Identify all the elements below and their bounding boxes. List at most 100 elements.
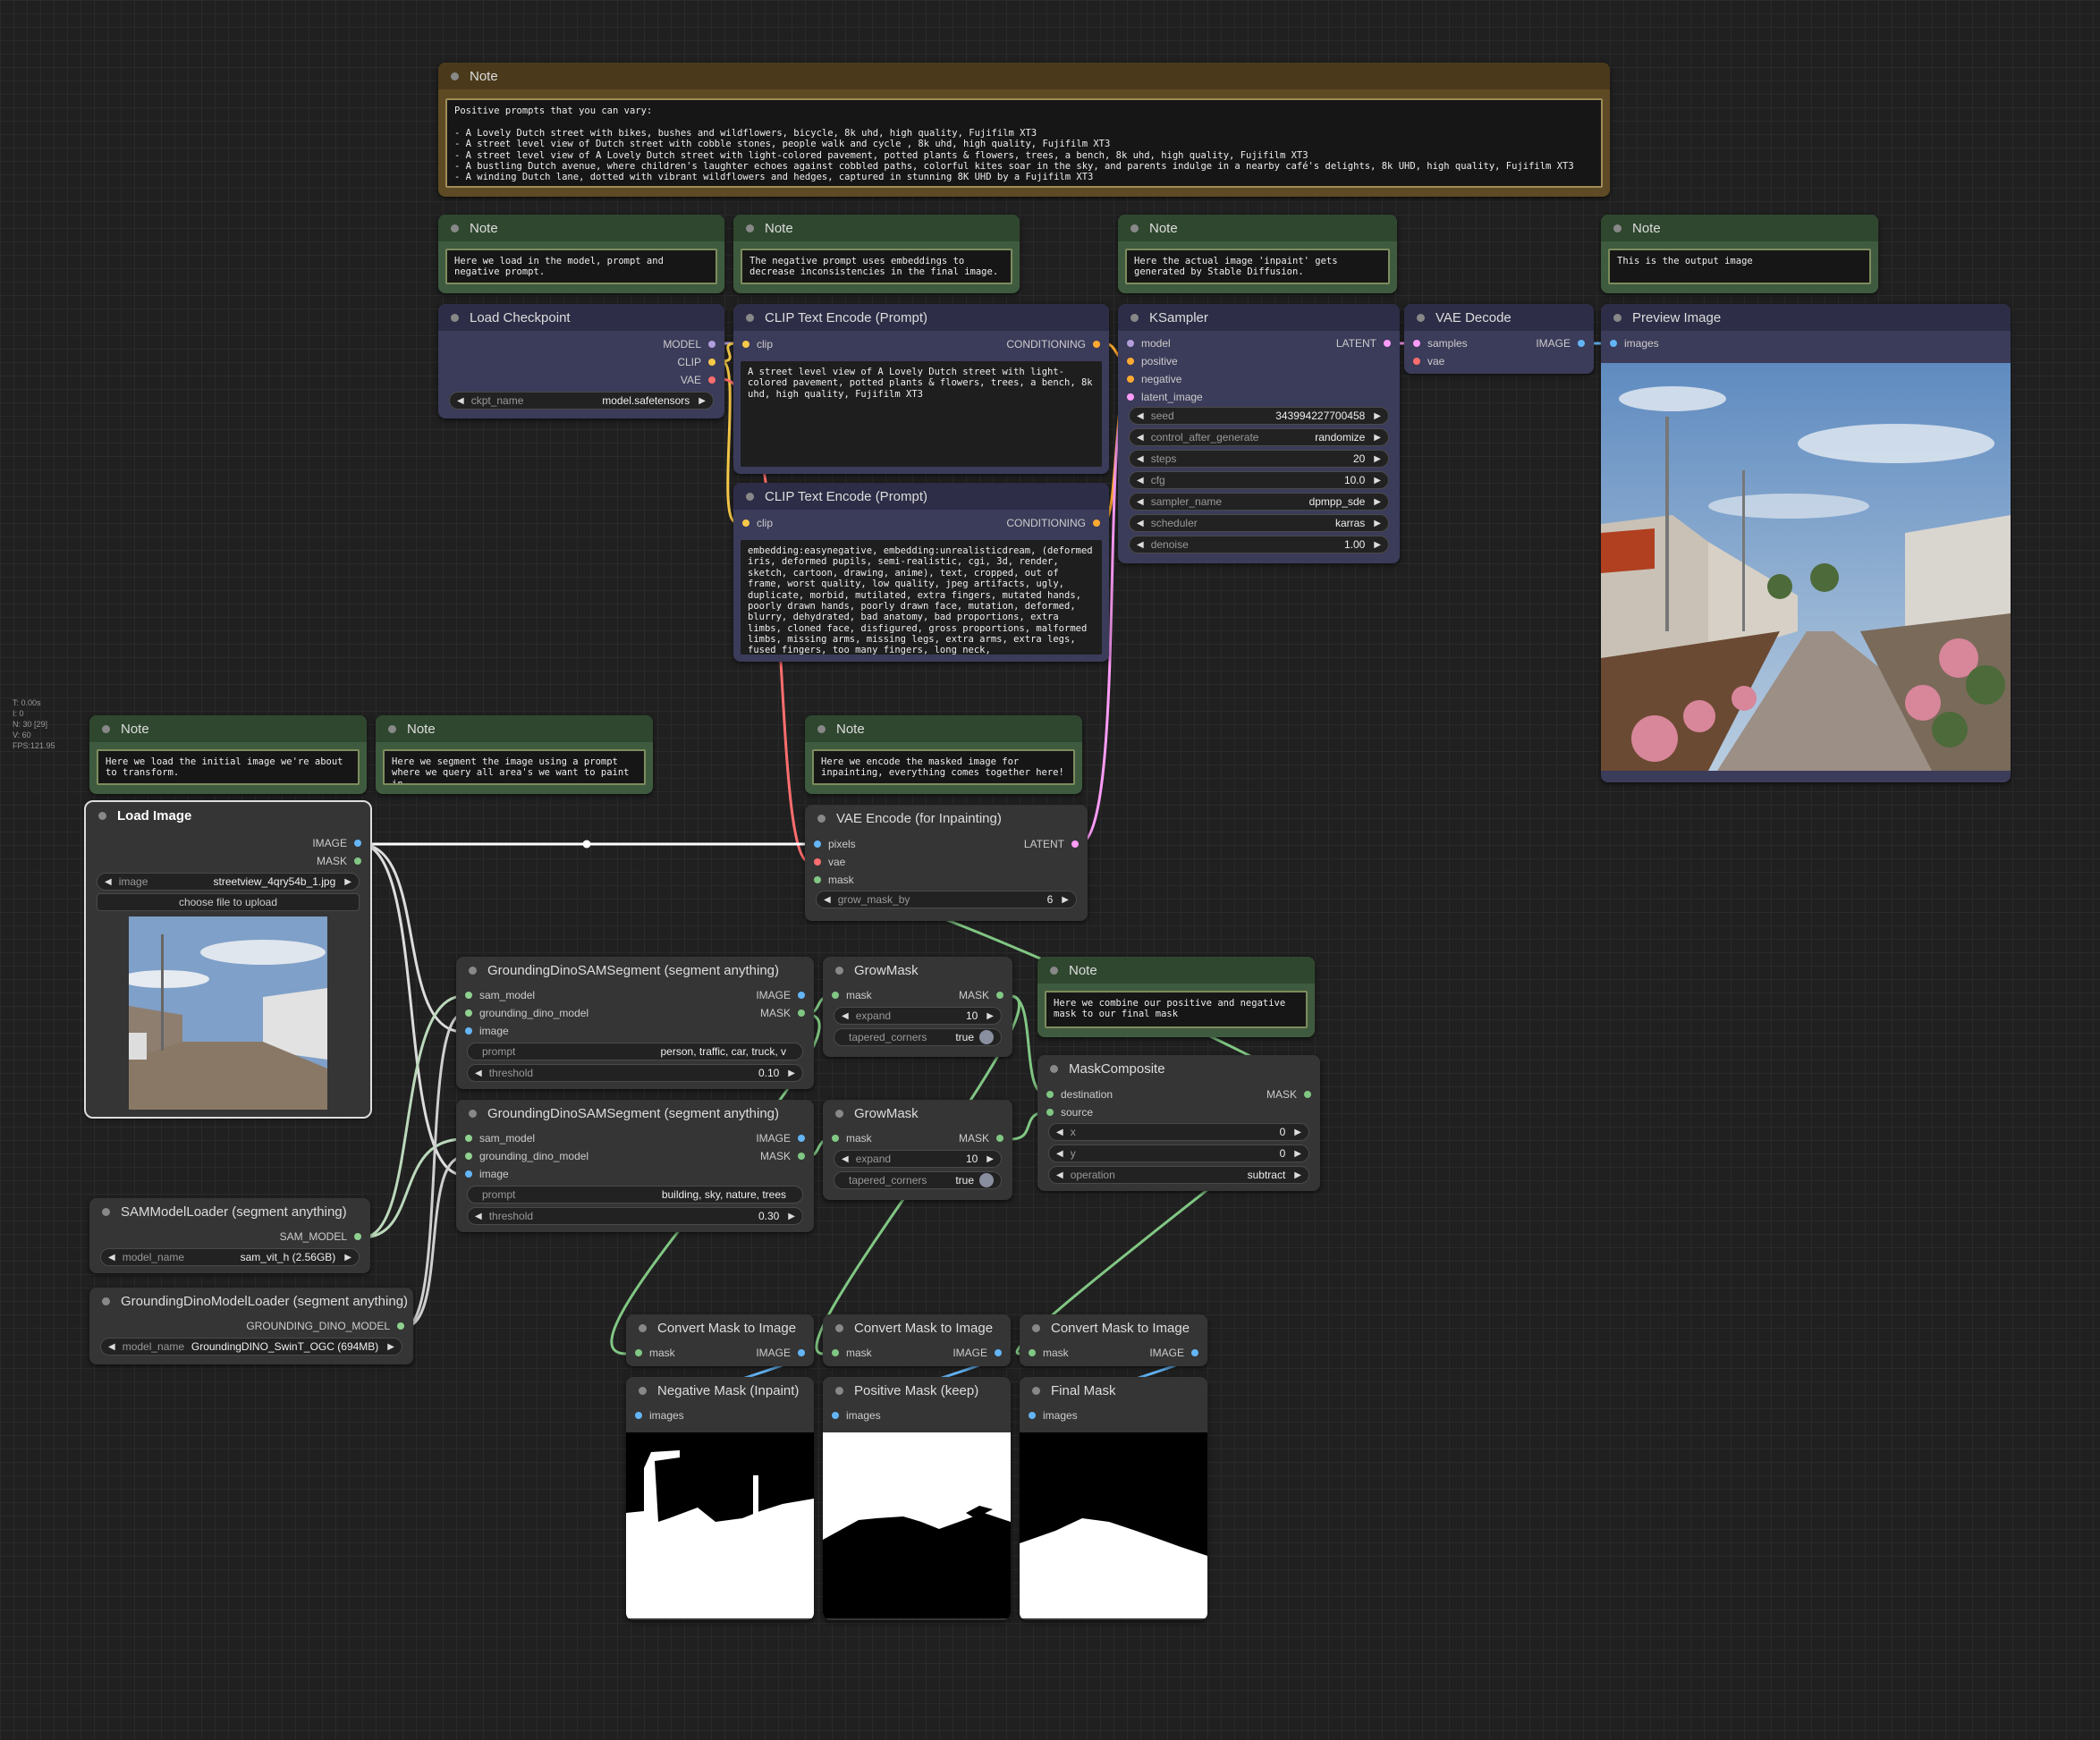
output-conditioning[interactable]: CONDITIONING — [1006, 515, 1100, 531]
slot-dot-icon[interactable] — [995, 1349, 1002, 1356]
note-initial[interactable]: Note Here we load the initial image we'r… — [89, 715, 367, 794]
arrow-left-icon[interactable]: ◀ — [1137, 411, 1144, 421]
note-text[interactable]: Positive prompts that you can vary: - A … — [445, 98, 1603, 188]
collapse-dot-icon[interactable] — [1050, 966, 1058, 975]
collapse-dot-icon[interactable] — [1130, 313, 1139, 322]
collapse-dot-icon[interactable] — [746, 224, 754, 232]
grow-mask-by-widget[interactable]: ◀ grow_mask_by 6 ▶ — [816, 891, 1077, 908]
arrow-left-icon[interactable]: ◀ — [842, 1154, 849, 1164]
prompt-textarea[interactable]: A street level view of A Lovely Dutch st… — [741, 361, 1102, 467]
expand-widget[interactable]: ◀ expand 10 ▶ — [834, 1150, 1002, 1168]
collapse-dot-icon[interactable] — [835, 1323, 843, 1332]
node-final-mask-preview[interactable]: Final Mask images — [1020, 1377, 1207, 1620]
node-load-checkpoint[interactable]: Load Checkpoint MODEL CLIP VAE ◀ ckpt_nam… — [438, 304, 724, 418]
arrow-left-icon[interactable]: ◀ — [108, 1253, 115, 1263]
slot-dot-icon[interactable] — [1029, 1349, 1036, 1356]
collapse-dot-icon[interactable] — [102, 1207, 110, 1216]
denoise-widget[interactable]: ◀ denoise 1.00 ▶ — [1129, 536, 1389, 553]
arrow-left-icon[interactable]: ◀ — [1137, 519, 1144, 528]
collapse-dot-icon[interactable] — [1032, 1323, 1040, 1332]
output-grounding-dino-model[interactable]: GROUNDING_DINO_MODEL — [246, 1318, 404, 1334]
arrow-left-icon[interactable]: ◀ — [475, 1212, 482, 1221]
output-mask[interactable]: MASK — [760, 1005, 805, 1021]
input-mask[interactable]: mask — [1029, 1345, 1069, 1361]
input-pixels[interactable]: pixels — [814, 836, 856, 852]
collapse-dot-icon[interactable] — [1613, 313, 1622, 322]
slot-dot-icon[interactable] — [798, 1349, 805, 1356]
input-grounding-dino-model[interactable]: grounding_dino_model — [465, 1148, 589, 1164]
arrow-left-icon[interactable]: ◀ — [842, 1011, 849, 1021]
slot-dot-icon[interactable] — [708, 359, 716, 366]
arrow-right-icon[interactable]: ▶ — [344, 1253, 351, 1263]
input-images[interactable]: images — [635, 1407, 684, 1423]
slot-dot-icon[interactable] — [465, 1170, 472, 1178]
collapse-dot-icon[interactable] — [1050, 1064, 1058, 1073]
slot-dot-icon[interactable] — [798, 1135, 805, 1142]
collapse-dot-icon[interactable] — [835, 966, 843, 975]
arrow-right-icon[interactable]: ▶ — [788, 1212, 795, 1221]
slot-dot-icon[interactable] — [1046, 1109, 1054, 1116]
input-mask[interactable]: mask — [635, 1345, 675, 1361]
operation-widget[interactable]: ◀ operation subtract ▶ — [1048, 1166, 1309, 1184]
slot-dot-icon[interactable] — [1127, 358, 1134, 365]
slot-dot-icon[interactable] — [1093, 341, 1100, 348]
toggle-knob-icon[interactable] — [979, 1173, 994, 1187]
node-ksampler[interactable]: KSampler model positive negative latent_… — [1118, 304, 1400, 563]
node-grounding-dino-sam-1[interactable]: GroundingDinoSAMSegment (segment anythin… — [456, 957, 814, 1089]
input-mask[interactable]: mask — [832, 987, 872, 1003]
collapse-dot-icon[interactable] — [817, 724, 826, 733]
x-widget[interactable]: ◀ x 0 ▶ — [1048, 1123, 1309, 1141]
input-samples[interactable]: samples — [1413, 335, 1468, 351]
slot-dot-icon[interactable] — [996, 992, 1003, 999]
model-name-combo[interactable]: ◀ model_name sam_vit_h (2.56GB) ▶ — [100, 1248, 360, 1266]
node-grow-mask-1[interactable]: GrowMask mask MASK ◀ expand 10 ▶ tapered_co… — [823, 957, 1012, 1057]
input-negative[interactable]: negative — [1127, 371, 1181, 387]
node-convert-mask-2[interactable]: Convert Mask to Image mask IMAGE — [823, 1314, 1011, 1366]
arrow-right-icon[interactable]: ▶ — [1374, 411, 1381, 421]
output-image[interactable]: IMAGE — [312, 835, 361, 851]
note-text[interactable]: Here we encode the masked image for inpa… — [812, 749, 1075, 785]
slot-dot-icon[interactable] — [1610, 340, 1617, 347]
collapse-dot-icon[interactable] — [388, 724, 396, 733]
slot-dot-icon[interactable] — [1191, 1349, 1198, 1356]
arrow-right-icon[interactable]: ▶ — [1374, 476, 1381, 486]
prompt-widget[interactable]: prompt person, traffic, car, truck, v — [467, 1043, 803, 1060]
node-convert-mask-1[interactable]: Convert Mask to Image mask IMAGE — [626, 1314, 814, 1366]
collapse-dot-icon[interactable] — [1032, 1386, 1040, 1395]
slot-dot-icon[interactable] — [832, 992, 839, 999]
arrow-left-icon[interactable]: ◀ — [1137, 476, 1144, 486]
arrow-right-icon[interactable]: ▶ — [788, 1068, 795, 1078]
slot-dot-icon[interactable] — [1413, 340, 1420, 347]
input-mask[interactable]: mask — [832, 1130, 872, 1146]
arrow-left-icon[interactable]: ◀ — [1137, 497, 1144, 507]
note-text[interactable]: This is the output image — [1608, 249, 1871, 284]
arrow-right-icon[interactable]: ▶ — [387, 1342, 394, 1352]
collapse-dot-icon[interactable] — [451, 72, 459, 80]
arrow-right-icon[interactable]: ▶ — [1374, 519, 1381, 528]
prompt-widget[interactable]: prompt building, sky, nature, trees — [467, 1186, 803, 1204]
arrow-right-icon[interactable]: ▶ — [1374, 454, 1381, 464]
input-model[interactable]: model — [1127, 335, 1171, 351]
note-combine[interactable]: Note Here we combine our positive and ne… — [1037, 957, 1315, 1037]
prompt-textarea[interactable]: embedding:easynegative, embedding:unreal… — [741, 540, 1102, 655]
node-sam-model-loader[interactable]: SAMModelLoader (segment anything) SAM_MO… — [89, 1198, 370, 1273]
note-text[interactable]: Here the actual image 'inpaint' gets gen… — [1125, 249, 1390, 284]
collapse-dot-icon[interactable] — [451, 224, 459, 232]
input-clip[interactable]: clip — [742, 336, 773, 352]
input-images[interactable]: images — [1029, 1407, 1078, 1423]
node-grounding-dino-sam-2[interactable]: GroundingDinoSAMSegment (segment anythin… — [456, 1100, 814, 1232]
slot-dot-icon[interactable] — [742, 341, 749, 348]
slot-dot-icon[interactable] — [1029, 1412, 1036, 1419]
arrow-right-icon[interactable]: ▶ — [1062, 895, 1069, 905]
slot-dot-icon[interactable] — [1413, 358, 1420, 365]
note-model[interactable]: Note Here we load in the model, prompt a… — [438, 215, 724, 293]
collapse-dot-icon[interactable] — [469, 966, 477, 975]
collapse-dot-icon[interactable] — [1613, 224, 1622, 232]
slot-dot-icon[interactable] — [832, 1349, 839, 1356]
note-segment[interactable]: Note Here we segment the image using a p… — [376, 715, 653, 794]
slot-dot-icon[interactable] — [1127, 376, 1134, 383]
node-grow-mask-2[interactable]: GrowMask mask MASK ◀ expand 10 ▶ tapered_co… — [823, 1100, 1012, 1200]
slot-dot-icon[interactable] — [798, 1153, 805, 1160]
input-vae[interactable]: vae — [1413, 353, 1444, 369]
control-after-generate-widget[interactable]: ◀ control_after_generate randomize ▶ — [1129, 428, 1389, 446]
